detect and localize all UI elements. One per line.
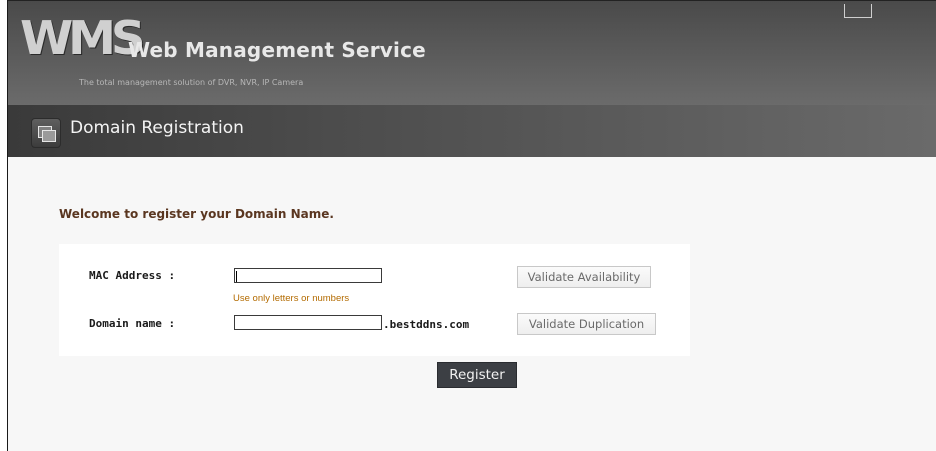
registration-form: MAC Address : Use only letters or number… (59, 244, 690, 356)
header-corner-tab (844, 4, 872, 18)
main-content: Welcome to register your Domain Name. MA… (8, 157, 936, 451)
validate-availability-button[interactable]: Validate Availability (517, 266, 651, 288)
page-title-bar: Domain Registration (8, 105, 936, 157)
mac-address-label: MAC Address : (89, 269, 176, 282)
app-header: WMS Web Management Service The total man… (8, 0, 936, 158)
register-button[interactable]: Register (437, 362, 517, 388)
window-left-border (0, 0, 8, 451)
wms-logo: WMS (20, 11, 146, 65)
brand-name: Web Management Service (128, 38, 426, 62)
header-banner: WMS Web Management Service The total man… (8, 1, 936, 105)
validate-duplication-button[interactable]: Validate Duplication (517, 313, 656, 335)
mac-address-hint: Use only letters or numbers (233, 293, 350, 304)
domain-name-label: Domain name : (89, 317, 176, 330)
page-title: Domain Registration (70, 118, 244, 138)
text-caret (236, 271, 237, 282)
welcome-message: Welcome to register your Domain Name. (59, 207, 334, 221)
tagline: The total management solution of DVR, NV… (79, 78, 304, 87)
domain-suffix: .bestddns.com (383, 318, 470, 331)
mac-address-input[interactable] (234, 268, 382, 283)
windows-stack-icon (31, 118, 61, 148)
domain-name-input[interactable] (234, 315, 382, 330)
